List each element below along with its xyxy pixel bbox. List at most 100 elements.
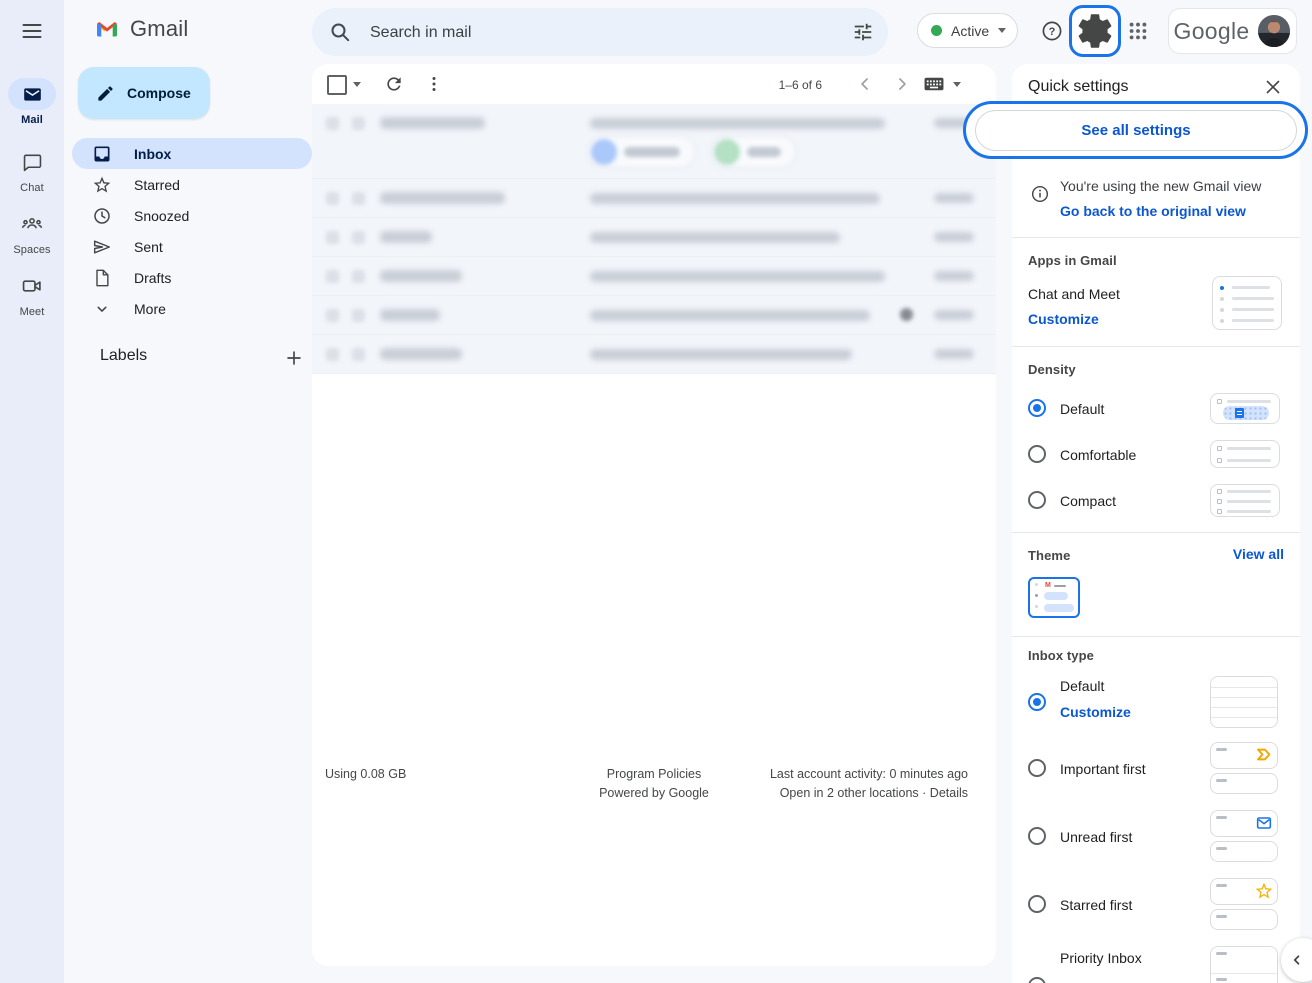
rail-label-mail: Mail [0,114,64,126]
divider [1012,636,1300,637]
newer-page-icon[interactable] [892,74,912,94]
rail-item-chat[interactable]: Chat [0,146,64,194]
sidebar-label-inbox: Inbox [134,146,171,162]
email-list-card: 1–6 of 6 Using 0.08 GB Program Policies … [312,64,996,966]
star-icon [92,175,112,195]
density-section-title: Density [1028,362,1076,377]
search-filter-icon[interactable] [852,21,874,43]
settings-gear-button[interactable] [1069,5,1121,57]
status-dropdown[interactable]: Active [917,13,1018,48]
email-row[interactable] [312,218,996,257]
divider [1012,346,1300,347]
unread-first-thumbnail-top [1210,810,1278,837]
gear-icon [1074,10,1116,52]
inbox-important-first-label[interactable]: Important first [1060,761,1146,777]
input-tools-icon[interactable] [923,75,945,93]
density-comfortable-radio[interactable] [1028,445,1046,463]
older-page-icon[interactable] [855,74,875,94]
inbox-unread-first-radio[interactable] [1028,827,1046,845]
add-label-button[interactable] [280,344,308,372]
density-comfortable-thumbnail [1210,440,1280,468]
last-account-activity: Last account activity: 0 minutes ago [770,765,968,784]
refresh-icon[interactable] [384,74,404,94]
more-options-icon[interactable] [424,74,444,94]
inbox-default-radio[interactable] [1028,693,1046,711]
inbox-starred-first-label[interactable]: Starred first [1060,897,1132,913]
quick-settings-title: Quick settings [1028,78,1128,96]
starred-first-thumbnail-top [1210,878,1278,905]
density-default-label[interactable]: Default [1060,401,1104,417]
activity-details-link[interactable]: Open in 2 other locations · Details [770,784,968,803]
sidebar-item-drafts[interactable]: Drafts [72,262,312,293]
app-rail: Mail Chat Spaces Meet [0,0,64,983]
apps-thumbnail [1212,276,1282,330]
inbox-default-thumbnail [1210,676,1278,728]
density-default-thumbnail [1210,393,1280,424]
hamburger-menu-icon[interactable] [20,19,44,43]
starred-first-thumbnail-bottom [1210,909,1278,930]
compose-label: Compose [127,85,191,101]
sidebar-item-inbox[interactable]: Inbox [72,138,312,169]
clock-icon [92,206,112,226]
see-all-settings-button[interactable]: See all settings [975,110,1297,151]
info-icon [1030,184,1050,204]
inbox-starred-first-radio[interactable] [1028,895,1046,913]
apps-customize-link[interactable]: Customize [1028,311,1099,327]
inbox-priority-label[interactable]: Priority Inbox [1060,950,1142,966]
gmail-logo[interactable]: Gmail [92,16,188,42]
apps-section-title: Apps in Gmail [1028,253,1117,268]
important-first-thumbnail-top [1210,742,1278,769]
inbox-default-label[interactable]: Default [1060,678,1104,694]
chat-icon [8,146,56,178]
input-tools-dropdown-icon[interactable] [953,82,961,87]
search-input[interactable] [368,8,812,58]
go-back-link[interactable]: Go back to the original view [1060,203,1246,219]
quick-settings-panel: Quick settings You're using the new Gmai… [1012,64,1300,983]
chevron-left-icon [1288,951,1306,969]
compose-button[interactable]: Compose [78,67,210,119]
sidebar-item-snoozed[interactable]: Snoozed [72,200,312,231]
theme-thumbnail[interactable]: M [1028,577,1080,618]
select-all-checkbox[interactable] [327,75,347,95]
new-view-notice: You're using the new Gmail view [1060,178,1261,194]
sidebar-item-starred[interactable]: Starred [72,169,312,200]
divider [1012,532,1300,533]
inbox-unread-first-label[interactable]: Unread first [1060,829,1132,845]
sidebar-label-snoozed: Snoozed [134,208,189,224]
density-compact-radio[interactable] [1028,491,1046,509]
density-compact-label[interactable]: Compact [1060,493,1116,509]
sidebar: Gmail Compose Inbox Starred Snoozed Sent… [64,0,312,983]
chat-and-meet-label: Chat and Meet [1028,286,1120,302]
inbox-type-section-title: Inbox type [1028,648,1094,663]
rail-item-meet[interactable]: Meet [0,270,64,318]
email-row[interactable] [312,179,996,218]
rail-item-mail[interactable]: Mail [0,78,64,126]
inbox-priority-radio[interactable] [1028,977,1046,983]
rail-item-spaces[interactable]: Spaces [0,208,64,256]
divider [1012,237,1300,238]
search-icon[interactable] [328,20,352,44]
inbox-default-customize-link[interactable]: Customize [1060,704,1131,720]
density-comfortable-label[interactable]: Comfortable [1060,447,1136,463]
gmail-app: Mail Chat Spaces Meet [0,0,1312,983]
email-row[interactable] [312,296,996,335]
close-icon[interactable] [1262,76,1284,98]
google-account-button[interactable]: Google [1168,8,1297,54]
theme-section-title: Theme [1028,548,1070,563]
email-row[interactable] [312,335,996,374]
attachment-chips[interactable] [588,136,796,168]
pencil-icon [96,84,115,103]
email-row[interactable] [312,257,996,296]
google-apps-grid-icon[interactable] [1127,20,1149,42]
select-dropdown-icon[interactable] [353,82,361,87]
sidebar-item-more[interactable]: More [72,293,312,324]
inbox-important-first-radio[interactable] [1028,759,1046,777]
density-default-radio[interactable] [1028,399,1046,417]
sidebar-item-sent[interactable]: Sent [72,231,312,262]
email-row[interactable] [312,104,996,179]
theme-view-all-link[interactable]: View all [1233,546,1284,562]
important-first-thumbnail-bottom [1210,773,1278,794]
email-list [312,104,996,374]
plus-icon [283,347,305,369]
help-icon[interactable]: ? [1040,19,1064,43]
